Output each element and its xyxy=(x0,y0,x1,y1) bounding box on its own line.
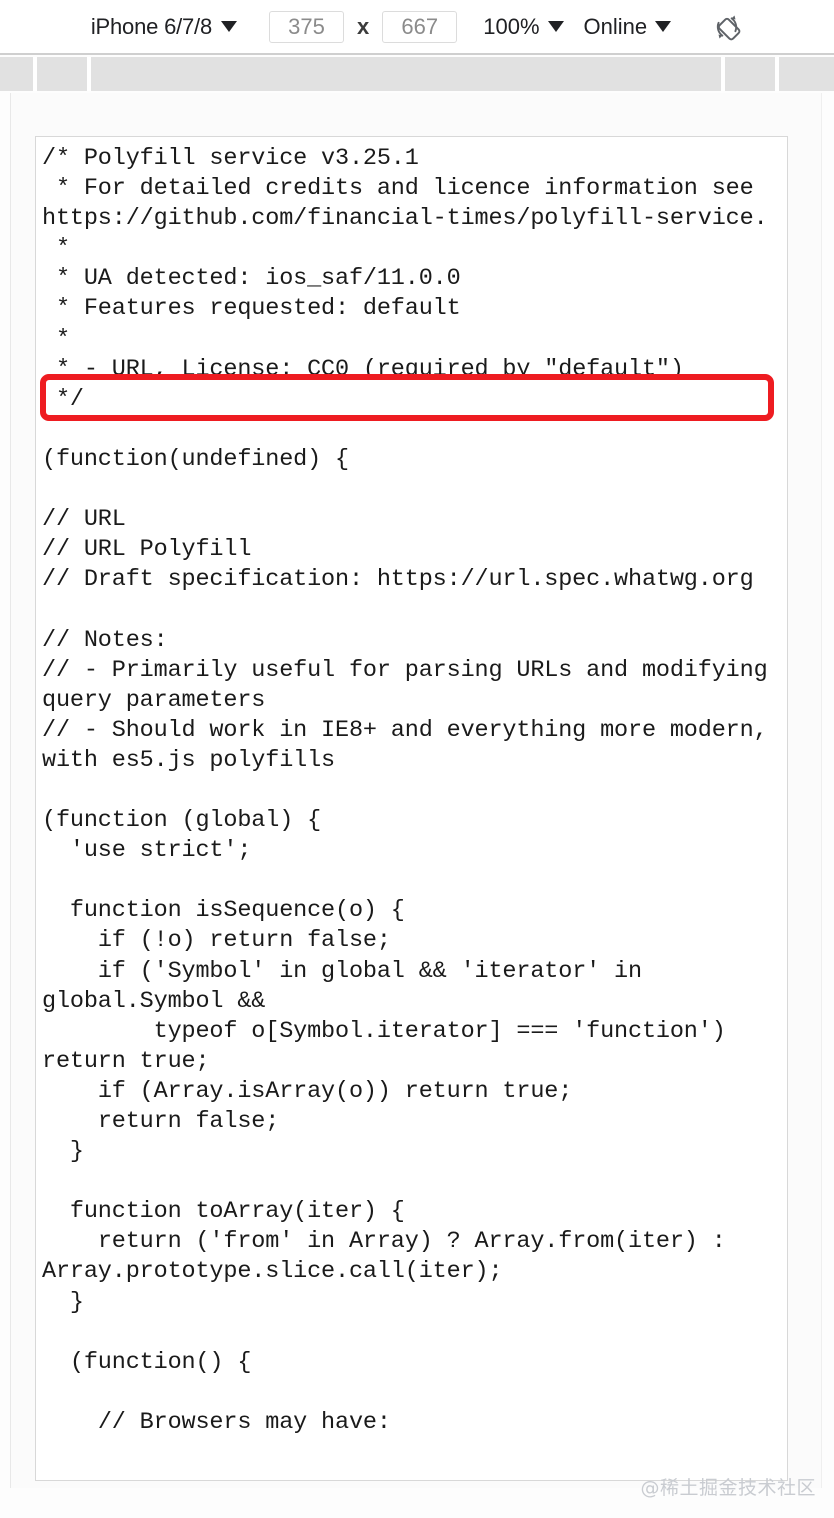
device-preset-label: iPhone 6/7/8 xyxy=(90,13,213,39)
watermark-text: @稀土掘金技术社区 xyxy=(640,1477,816,1499)
device-preset-dropdown[interactable]: iPhone 6/7/8 xyxy=(87,14,241,40)
chevron-down-icon xyxy=(221,21,238,32)
app-root: iPhone 6/7/8 x 100% Online xyxy=(0,0,834,1518)
ruler-segment xyxy=(0,57,33,91)
code-panel[interactable]: /* Polyfill service v3.25.1 * For detail… xyxy=(35,136,788,1481)
dimension-controls: x xyxy=(269,10,458,43)
chevron-down-icon xyxy=(655,21,672,32)
dimension-separator: x xyxy=(357,13,370,39)
ruler-strip xyxy=(0,57,834,91)
ruler-segment xyxy=(778,57,834,91)
viewport-width-input[interactable] xyxy=(269,10,345,43)
ruler-segment xyxy=(91,57,722,91)
zoom-level-label: 100% xyxy=(483,13,540,39)
network-throttling-label: Online xyxy=(583,13,648,39)
chevron-down-icon xyxy=(547,21,564,32)
ruler-segment xyxy=(36,57,88,91)
emulated-page-viewport[interactable]: /* Polyfill service v3.25.1 * For detail… xyxy=(10,93,822,1488)
network-throttling-dropdown[interactable]: Online xyxy=(584,14,672,40)
viewport-height-input[interactable] xyxy=(382,10,458,43)
ruler-segment xyxy=(725,57,775,91)
zoom-dropdown[interactable]: 100% xyxy=(483,13,564,40)
rotate-device-button[interactable] xyxy=(707,7,747,47)
device-emulation-toolbar: iPhone 6/7/8 x 100% Online xyxy=(0,0,834,55)
source-code-text: /* Polyfill service v3.25.1 * For detail… xyxy=(42,145,768,1436)
rotate-device-icon xyxy=(717,15,741,40)
